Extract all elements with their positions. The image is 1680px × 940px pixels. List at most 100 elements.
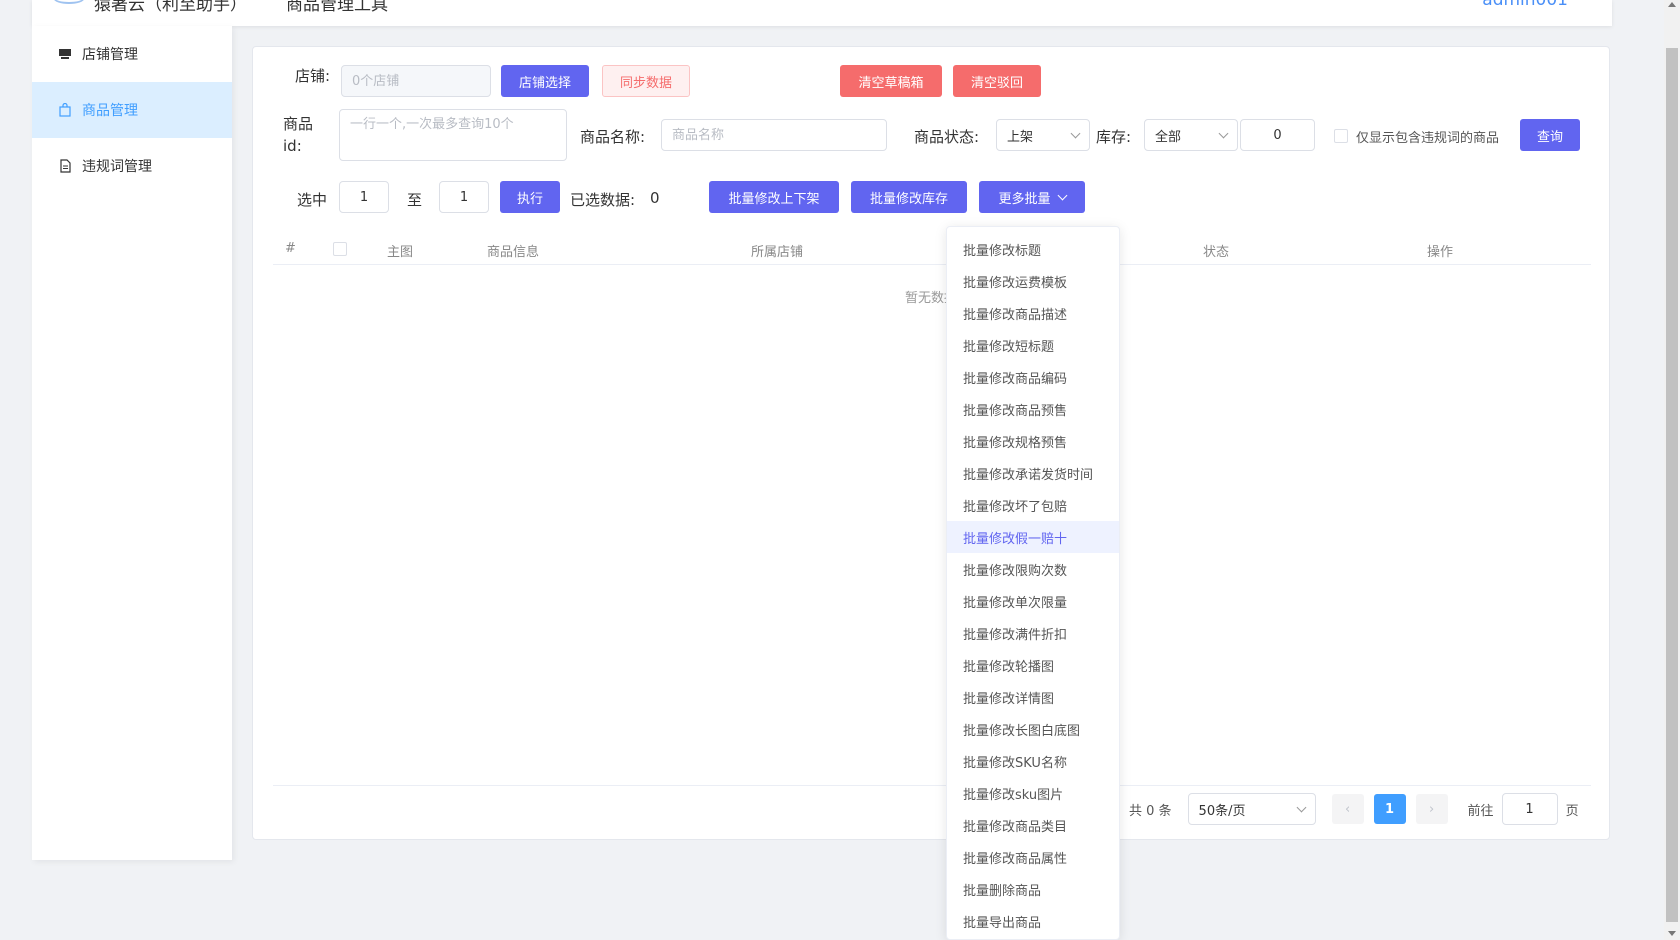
column-header-shop: 所属店铺 [751, 245, 804, 260]
stock-select[interactable]: 全部 [1144, 119, 1238, 151]
batch-stock-button[interactable]: 批量修改库存 [851, 181, 967, 213]
shop-select-button[interactable]: 店铺选择 [501, 65, 589, 97]
more-batch-menu-item[interactable]: 批量修改商品描述 [947, 297, 1119, 329]
table-footer-divider [273, 785, 1591, 786]
breadcrumb: 商品管理工具 [286, 0, 388, 15]
more-batch-label: 更多批量 [998, 191, 1051, 207]
product-status-value: 上架 [1007, 129, 1034, 145]
more-batch-menu-item[interactable]: 批量修改短标题 [947, 329, 1119, 361]
stock-label: 库存: [1096, 128, 1132, 146]
selected-data-count: 0 [650, 189, 660, 207]
execute-button[interactable]: 执行 [500, 181, 560, 213]
product-status-label: 商品状态: [914, 128, 980, 146]
more-batch-menu-item[interactable]: 批量修改假一赔十 [947, 521, 1119, 553]
select-to-label: 至 [407, 191, 423, 209]
more-batch-menu-item[interactable]: 批量修改运费模板 [947, 265, 1119, 297]
sidebar-item-label: 商品管理 [82, 103, 138, 119]
page-number-button[interactable]: 1 [1373, 794, 1406, 824]
prev-page-button[interactable]: ‹ [1331, 794, 1364, 824]
column-header-index: # [285, 241, 296, 256]
document-icon [56, 157, 74, 175]
column-header-status: 状态 [1203, 245, 1230, 260]
sync-data-button[interactable]: 同步数据 [602, 65, 690, 97]
product-id-label: 商品id: [283, 115, 314, 155]
sidebar-item-products[interactable]: 商品管理 [32, 82, 232, 138]
scroll-up-arrow-icon[interactable] [1668, 2, 1676, 7]
page-size-value: 50条/页 [1198, 803, 1246, 819]
select-from-input[interactable] [339, 181, 389, 213]
table-header: # 主图 商品信息 所属店铺 状态 操作 [273, 233, 1591, 265]
more-batch-menu-item[interactable]: 批量修改单次限量 [947, 585, 1119, 617]
goto-label: 前往 [1467, 803, 1494, 819]
goto-page-input[interactable] [1501, 793, 1558, 825]
more-batch-menu-item[interactable]: 批量修改SKU名称 [947, 745, 1119, 777]
sidebar-item-label: 店铺管理 [82, 47, 138, 63]
more-batch-menu-item[interactable]: 批量删除商品 [947, 873, 1119, 905]
page-suffix-label: 页 [1565, 803, 1579, 819]
more-batch-menu-item[interactable]: 批量修改商品预售 [947, 393, 1119, 425]
clear-draft-button[interactable]: 清空草稿箱 [840, 65, 942, 97]
query-button[interactable]: 查询 [1520, 119, 1580, 151]
product-name-label: 商品名称: [580, 128, 646, 146]
app-title: 猿著云（利至助手） [94, 0, 247, 15]
selected-data-label: 已选数据: [570, 191, 636, 209]
more-batch-menu-item[interactable]: 批量修改sku图片 [947, 777, 1119, 809]
violation-only-checkbox[interactable] [1334, 129, 1348, 143]
sidebar: 店铺管理 商品管理 违规词管理 [32, 26, 232, 860]
more-batch-menu-item[interactable]: 批量修改详情图 [947, 681, 1119, 713]
more-batch-menu-item[interactable]: 批量修改标题 [947, 233, 1119, 265]
sidebar-item-shops[interactable]: 店铺管理 [32, 26, 232, 82]
batch-shelf-button[interactable]: 批量修改上下架 [709, 181, 839, 213]
scroll-down-arrow-icon[interactable] [1668, 931, 1676, 936]
more-batch-menu-item[interactable]: 批量修改规格预售 [947, 425, 1119, 457]
scrollbar-thumb[interactable] [1666, 48, 1678, 922]
bag-icon [56, 101, 74, 119]
chevron-down-icon [1218, 128, 1229, 138]
product-id-input[interactable] [339, 109, 567, 161]
more-batch-menu-item[interactable]: 批量修改商品属性 [947, 841, 1119, 873]
select-all-checkbox[interactable] [333, 242, 347, 256]
user-name-link[interactable]: admin001 [1482, 0, 1568, 10]
more-batch-menu-item[interactable]: 批量修改长图白底图 [947, 713, 1119, 745]
top-header: 猿著云（利至助手） 商品管理工具 admin001 [32, 0, 1612, 26]
shop-row: 店铺: [295, 65, 330, 86]
logo-icon [54, 0, 84, 4]
page-size-select[interactable]: 50条/页 [1187, 793, 1316, 825]
chevron-down-icon [1296, 802, 1306, 812]
sidebar-item-label: 违规词管理 [82, 159, 152, 175]
store-icon [56, 45, 74, 63]
more-batch-menu-item[interactable]: 批量修改满件折扣 [947, 617, 1119, 649]
stock-value-input[interactable] [1240, 119, 1315, 151]
select-to-input[interactable] [439, 181, 489, 213]
column-header-main-image: 主图 [387, 245, 414, 260]
chevron-right-icon: › [1428, 801, 1435, 817]
column-header-actions: 操作 [1427, 245, 1454, 260]
chevron-down-icon [1070, 128, 1081, 138]
more-batch-button[interactable]: 更多批量 [979, 181, 1085, 213]
select-range-label: 选中 [297, 191, 328, 209]
more-batch-menu-item[interactable]: 批量修改商品类目 [947, 809, 1119, 841]
more-batch-menu-item[interactable]: 批量修改坏了包赔 [947, 489, 1119, 521]
sidebar-item-violation-words[interactable]: 违规词管理 [32, 138, 232, 194]
clear-reject-button[interactable]: 清空驳回 [953, 65, 1041, 97]
more-batch-menu-item[interactable]: 批量修改商品编码 [947, 361, 1119, 393]
page-scrollbar[interactable] [1664, 0, 1680, 940]
more-batch-menu-item[interactable]: 批量修改承诺发货时间 [947, 457, 1119, 489]
more-batch-menu-item[interactable]: 批量修改限购次数 [947, 553, 1119, 585]
more-batch-dropdown: 批量修改标题 批量修改运费模板 批量修改商品描述 批量修改短标题 批量修改商品编码 批量修… [946, 226, 1120, 940]
next-page-button[interactable]: › [1415, 794, 1448, 824]
pagination-total: 共 0 条 [1129, 803, 1172, 819]
shop-label: 店铺: [295, 67, 331, 85]
shop-input[interactable] [341, 65, 491, 97]
pagination: 共 0 条 50条/页 ‹ 1 › 前往 页 [1129, 793, 1579, 825]
violation-only-label: 仅显示包含违规词的商品 [1356, 131, 1500, 146]
more-batch-menu-item[interactable]: 批量导出商品 [947, 905, 1119, 937]
more-batch-menu-item[interactable]: 批量修改轮播图 [947, 649, 1119, 681]
product-name-input[interactable] [661, 119, 887, 151]
main-panel: 店铺: 店铺选择 同步数据 清空草稿箱 清空驳回 商品id: 商品名称: 商品状… [252, 46, 1610, 840]
chevron-left-icon: ‹ [1344, 801, 1351, 817]
product-status-select[interactable]: 上架 [996, 119, 1090, 151]
chevron-down-icon [1057, 190, 1067, 200]
stock-select-value: 全部 [1155, 129, 1182, 145]
table-empty-text: 暂无数据 [904, 291, 957, 306]
